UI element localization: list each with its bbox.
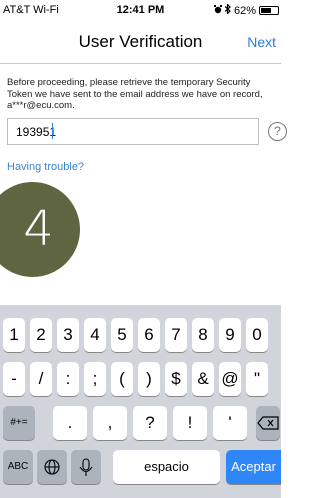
globe-key[interactable] (37, 450, 67, 484)
backspace-key[interactable] (256, 406, 280, 440)
key[interactable]: 0 (246, 318, 268, 352)
alarm-icon (213, 4, 222, 17)
battery-percent: 62% (233, 4, 256, 17)
key[interactable]: - (3, 362, 25, 396)
key[interactable]: ! (173, 406, 207, 440)
having-trouble-link[interactable]: Having trouble? (7, 161, 84, 173)
space-key[interactable]: espacio (113, 450, 220, 484)
bluetooth-icon (224, 3, 231, 17)
key[interactable]: : (57, 362, 79, 396)
key[interactable]: " (246, 362, 268, 396)
key[interactable]: ( (111, 362, 133, 396)
key[interactable]: . (53, 406, 87, 440)
key[interactable]: ; (84, 362, 106, 396)
key[interactable]: ? (133, 406, 167, 440)
globe-icon (44, 459, 60, 475)
microphone-icon (79, 458, 93, 476)
key[interactable]: 9 (219, 318, 241, 352)
status-right: 62% (213, 3, 279, 17)
key[interactable]: ' (213, 406, 247, 440)
return-key[interactable]: Aceptar (226, 450, 281, 484)
key[interactable]: 8 (192, 318, 214, 352)
key[interactable]: / (30, 362, 52, 396)
nav-bar: User Verification Next (0, 20, 281, 64)
key[interactable]: 4 (84, 318, 106, 352)
key[interactable]: 2 (30, 318, 52, 352)
key[interactable]: @ (219, 362, 241, 396)
key[interactable]: 3 (57, 318, 79, 352)
key[interactable]: $ (165, 362, 187, 396)
key[interactable]: ) (138, 362, 160, 396)
key[interactable]: 7 (165, 318, 187, 352)
text-cursor (52, 123, 53, 139)
page-title: User Verification (78, 32, 203, 51)
key[interactable]: 5 (111, 318, 133, 352)
key[interactable]: 6 (138, 318, 160, 352)
key[interactable]: 1 (3, 318, 25, 352)
battery-icon (259, 6, 279, 15)
key[interactable]: & (192, 362, 214, 396)
next-button[interactable]: Next (247, 34, 276, 50)
instructions-text: Before proceeding, please retrieve the t… (7, 77, 263, 111)
status-bar: AT&T Wi-Fi 12:41 PM 62% (0, 0, 281, 20)
help-icon[interactable]: ? (268, 122, 287, 141)
dictation-key[interactable] (71, 450, 101, 484)
keyboard: 1 2 3 4 5 6 7 8 9 0 - / : ; ( ) $ & @ " … (0, 305, 281, 498)
backspace-icon (257, 416, 279, 430)
key[interactable]: , (93, 406, 127, 440)
symbols-key[interactable]: #+= (3, 406, 35, 440)
security-token-input[interactable] (7, 118, 259, 145)
step-number-badge: 4 (0, 182, 80, 277)
abc-key[interactable]: ABC (3, 450, 33, 484)
